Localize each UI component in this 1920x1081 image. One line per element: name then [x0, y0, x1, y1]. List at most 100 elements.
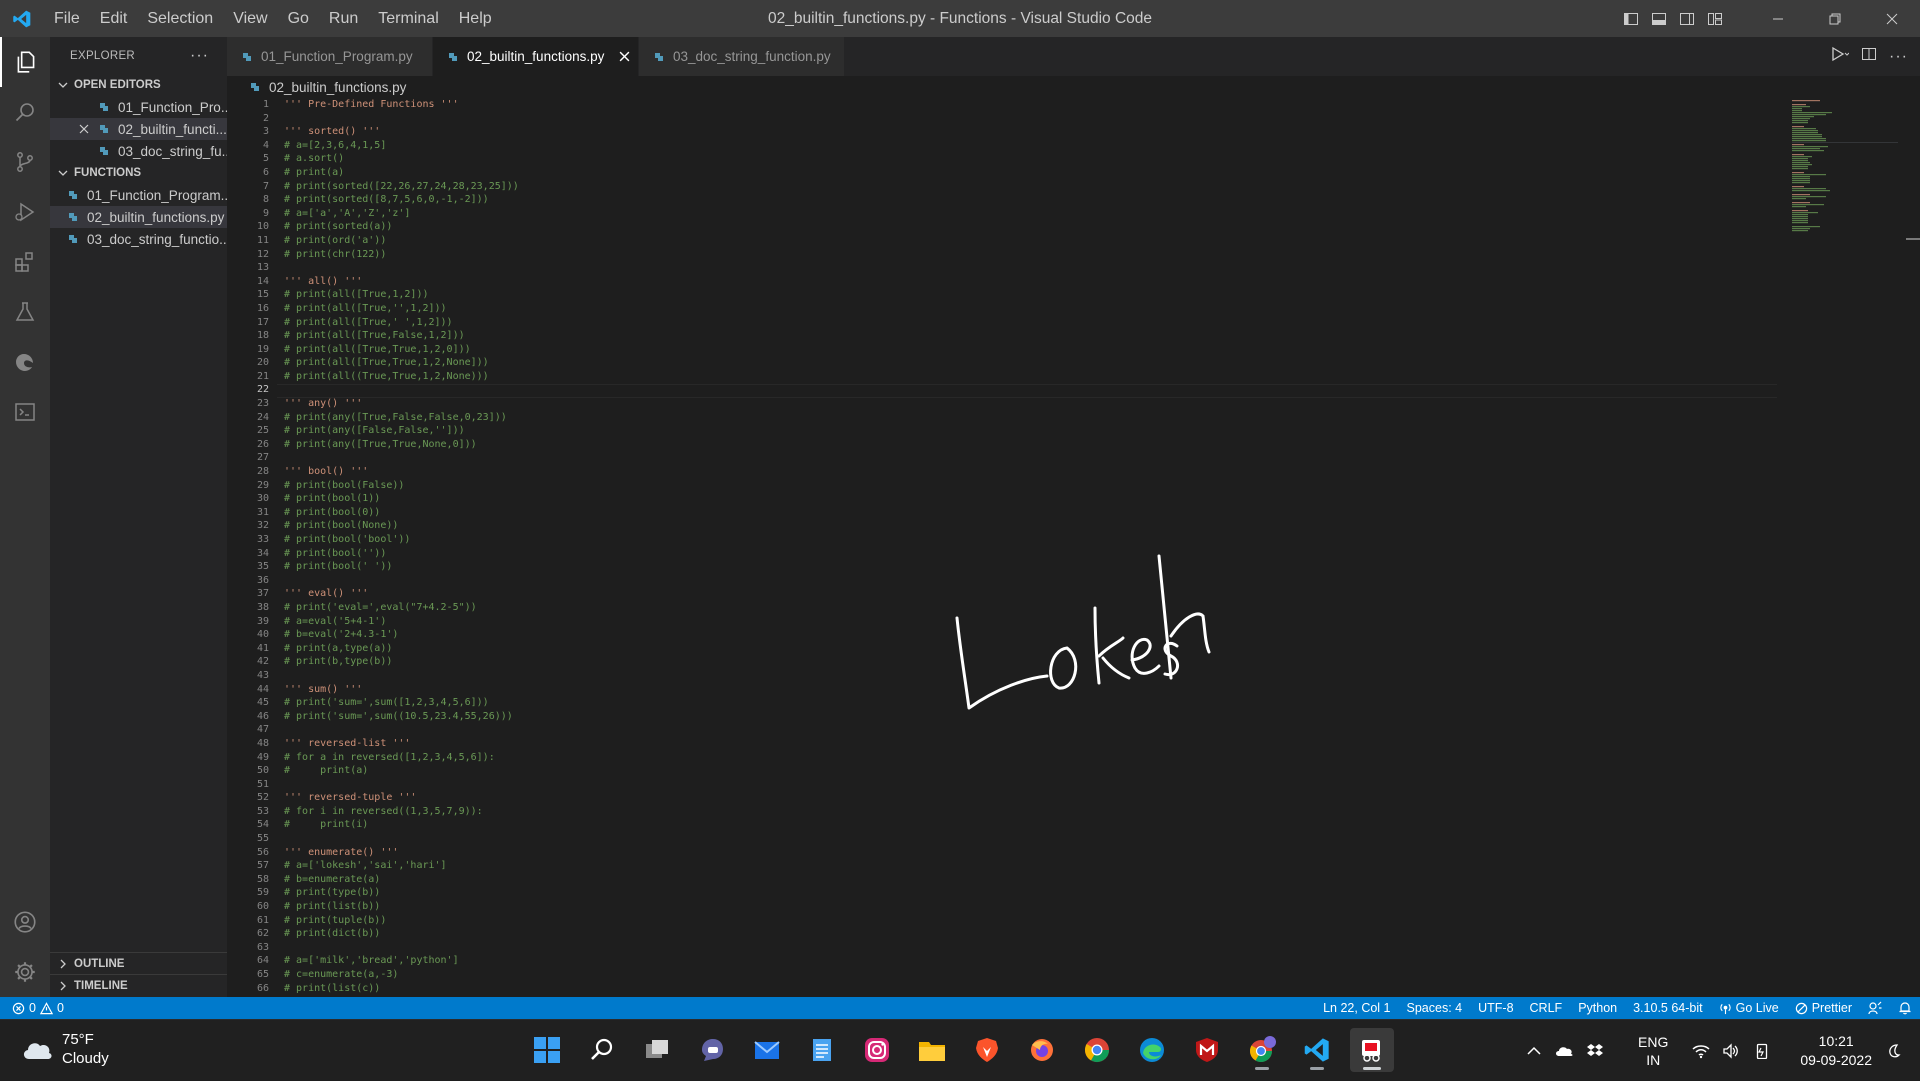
problems-indicator[interactable]: 0 0	[0, 1001, 64, 1015]
code-line[interactable]	[284, 451, 1920, 465]
customize-layout-icon[interactable]	[1701, 0, 1729, 37]
menu-file[interactable]: File	[44, 0, 90, 37]
code-line[interactable]: # print(all([True,True,1,2,0]))	[284, 343, 1920, 357]
chrome-profile-icon[interactable]	[1240, 1028, 1284, 1072]
language-indicator[interactable]: ENG IN	[1630, 1033, 1676, 1069]
edge-devtools-icon[interactable]	[0, 337, 50, 387]
code-line[interactable]: # print(chr(122))	[284, 248, 1920, 262]
code-line[interactable]: # print(bool(1))	[284, 492, 1920, 506]
code-line[interactable]: # print(list(c))	[284, 982, 1920, 996]
code-line[interactable]: # print(dict(b))	[284, 927, 1920, 941]
code-line[interactable]	[284, 112, 1920, 126]
toggle-secondary-sidebar-icon[interactable]	[1673, 0, 1701, 37]
code-line[interactable]: # for a in reversed([1,2,3,4,5,6]):	[284, 751, 1920, 765]
code-line[interactable]: # print(any([True,False,False,0,23]))	[284, 411, 1920, 425]
menu-view[interactable]: View	[223, 0, 277, 37]
code-line[interactable]	[284, 941, 1920, 955]
code-line[interactable]: ''' Pre-Defined Functions '''	[284, 98, 1920, 112]
code-line[interactable]: # print(all([True,1,2]))	[284, 288, 1920, 302]
tab-doc-string-function[interactable]: 03_doc_string_function.py	[639, 37, 845, 76]
dropbox-icon[interactable]	[1580, 1043, 1610, 1059]
run-python-file-icon[interactable]	[1831, 46, 1850, 67]
code-editor[interactable]: 1 2 3 4 5 6 7 8 9 10 11 12 13 14 15 16 17 18 19 20 21 22 23 24 2…	[227, 98, 1920, 997]
code-line[interactable]: # a.sort()	[284, 152, 1920, 166]
code-line[interactable]: ''' all() '''	[284, 275, 1920, 289]
battery-icon[interactable]	[1746, 1043, 1778, 1059]
instagram-icon[interactable]	[855, 1028, 899, 1072]
code-line[interactable]: # print(sorted(a))	[284, 220, 1920, 234]
do-not-disturb-moon-icon[interactable]	[1880, 1043, 1920, 1059]
cursor-position[interactable]: Ln 22, Col 1	[1315, 997, 1398, 1019]
vertical-scrollbar[interactable]	[1906, 238, 1920, 240]
notifications-bell-icon[interactable]	[1890, 1001, 1920, 1015]
feedback-icon[interactable]	[1860, 1001, 1890, 1015]
extensions-icon[interactable]	[0, 237, 50, 287]
code-line[interactable]: # for i in reversed((1,3,5,7,9)):	[284, 805, 1920, 819]
folder-section[interactable]: FUNCTIONS	[50, 162, 227, 184]
code-line[interactable]: ''' sorted() '''	[284, 125, 1920, 139]
code-line[interactable]: # print(all((True,True,1,2,None)))	[284, 370, 1920, 384]
file-explorer-icon[interactable]	[910, 1028, 954, 1072]
firefox-icon[interactable]	[1020, 1028, 1064, 1072]
brave-browser-icon[interactable]	[965, 1028, 1009, 1072]
clock[interactable]: 10:21 09-09-2022	[1792, 1032, 1880, 1070]
go-live-button[interactable]: Go Live	[1711, 997, 1787, 1019]
code-line[interactable]	[284, 832, 1920, 846]
code-line[interactable]: # print(type(b))	[284, 886, 1920, 900]
menu-go[interactable]: Go	[278, 0, 319, 37]
timeline-section[interactable]: TIMELINE	[50, 974, 227, 996]
code-line[interactable]: # print(all([True,'',1,2]))	[284, 302, 1920, 316]
explorer-icon[interactable]	[0, 37, 50, 87]
code-line[interactable]: ''' any() '''	[284, 397, 1920, 411]
code-line[interactable]: # print(any([True,True,None,0]))	[284, 438, 1920, 452]
code-line[interactable]: # b=enumerate(a)	[284, 873, 1920, 887]
code-line[interactable]: # a=['milk','bread','python']	[284, 954, 1920, 968]
language-mode[interactable]: Python	[1570, 997, 1625, 1019]
code-line[interactable]: # print(ord('a'))	[284, 234, 1920, 248]
open-editor-item-active[interactable]: 02_builtin_functi...	[50, 118, 227, 140]
mail-icon[interactable]	[745, 1028, 789, 1072]
more-actions-icon[interactable]: ···	[190, 47, 209, 65]
code-line[interactable]: # print(list(b))	[284, 900, 1920, 914]
code-line[interactable]: # print(sorted([8,7,5,6,0,-1,-2]))	[284, 193, 1920, 207]
tab-builtin-functions[interactable]: 02_builtin_functions.py	[433, 37, 639, 76]
code-line[interactable]: ''' bool() '''	[284, 465, 1920, 479]
breadcrumb[interactable]: 02_builtin_functions.py	[227, 76, 1920, 98]
menu-edit[interactable]: Edit	[90, 0, 138, 37]
prettier-button[interactable]: Prettier	[1787, 997, 1860, 1019]
code-line[interactable]: # a=['lokesh','sai','hari']	[284, 859, 1920, 873]
minimize-icon[interactable]	[1749, 0, 1806, 37]
terminal-icon[interactable]	[0, 387, 50, 437]
testing-icon[interactable]	[0, 287, 50, 337]
code-line[interactable]: # print(a)	[284, 764, 1920, 778]
wifi-icon[interactable]	[1686, 1043, 1716, 1059]
code-line[interactable]: ''' reversed-tuple '''	[284, 791, 1920, 805]
menu-terminal[interactable]: Terminal	[368, 0, 448, 37]
code-line[interactable]	[284, 383, 1920, 397]
taskbar-search-icon[interactable]	[580, 1028, 624, 1072]
file-item[interactable]: 03_doc_string_functio...	[50, 228, 227, 250]
toggle-panel-icon[interactable]	[1645, 0, 1673, 37]
restore-icon[interactable]	[1806, 0, 1863, 37]
code-line[interactable]: ''' enumerate() '''	[284, 846, 1920, 860]
menu-run[interactable]: Run	[319, 0, 368, 37]
source-control-icon[interactable]	[0, 137, 50, 187]
code-line[interactable]: # print(bool(None))	[284, 519, 1920, 533]
close-icon[interactable]	[76, 121, 92, 137]
more-actions-icon[interactable]: ···	[1889, 48, 1908, 66]
code-line[interactable]: # c=enumerate(a,-3)	[284, 968, 1920, 982]
run-debug-icon[interactable]	[0, 187, 50, 237]
chrome-icon[interactable]	[1075, 1028, 1119, 1072]
open-editor-item[interactable]: 03_doc_string_fu...	[50, 140, 227, 162]
code-line[interactable]: # print(bool(False))	[284, 479, 1920, 493]
code-line[interactable]: # print(sorted([22,26,27,24,28,23,25]))	[284, 180, 1920, 194]
code-line[interactable]: # a=[2,3,6,4,1,5]	[284, 139, 1920, 153]
open-editor-item[interactable]: 01_Function_Pro...	[50, 96, 227, 118]
code-line[interactable]: # print(all([True,False,1,2]))	[284, 329, 1920, 343]
outline-section[interactable]: OUTLINE	[50, 952, 227, 974]
code-line[interactable]: # print(a)	[284, 166, 1920, 180]
manage-gear-icon[interactable]	[0, 947, 50, 997]
edge-browser-icon[interactable]	[1130, 1028, 1174, 1072]
chevron-up-icon[interactable]	[1520, 1043, 1548, 1059]
code-line[interactable]: ''' reversed-list '''	[284, 737, 1920, 751]
